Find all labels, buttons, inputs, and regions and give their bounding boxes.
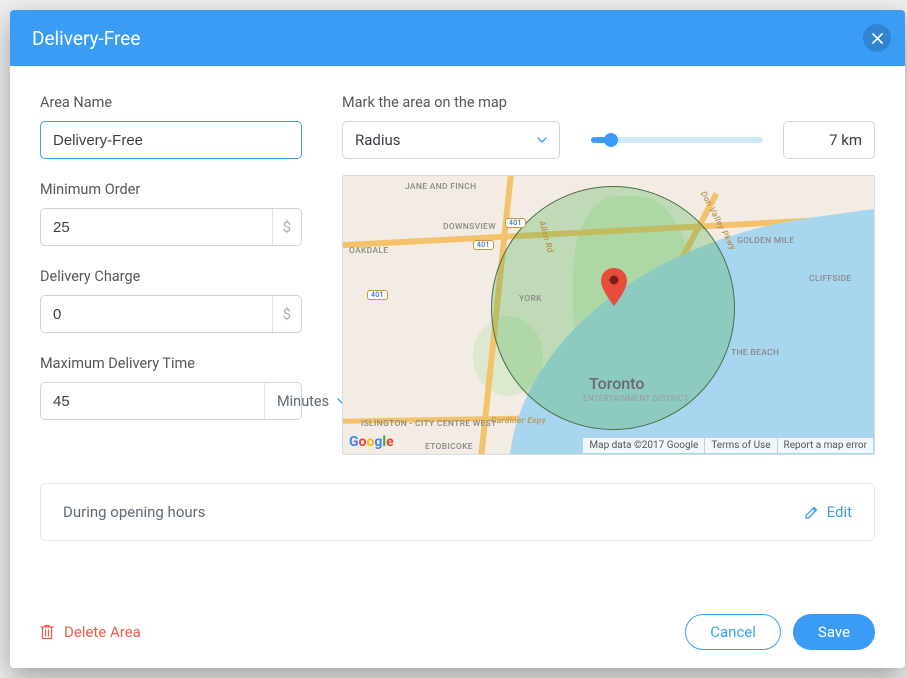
dialog-body: Area Name Minimum Order $ Delivery Charg…	[10, 66, 905, 668]
mark-area-label: Mark the area on the map	[342, 94, 875, 111]
opening-hours-text: During opening hours	[63, 503, 205, 521]
minimum-order-input[interactable]	[41, 209, 272, 245]
save-button[interactable]: Save	[793, 614, 875, 650]
area-shape-select[interactable]: Radius	[342, 121, 560, 159]
currency-suffix: $	[272, 209, 301, 245]
highway-shield: 401	[505, 218, 526, 228]
map-city-label: Toronto	[589, 374, 644, 393]
trash-icon	[40, 624, 54, 640]
save-label: Save	[818, 623, 850, 641]
close-button[interactable]	[863, 24, 891, 52]
currency-suffix: $	[272, 296, 301, 332]
delete-area-label: Delete Area	[64, 623, 141, 641]
delivery-charge-input[interactable]	[41, 296, 272, 332]
delete-area-link[interactable]: Delete Area	[40, 623, 141, 641]
minimum-order-field-wrap: $	[40, 208, 302, 246]
google-logo: Google	[349, 434, 394, 450]
delivery-charge-label: Delivery Charge	[40, 268, 302, 285]
edit-hours-link[interactable]: Edit	[804, 503, 852, 521]
area-name-label: Area Name	[40, 94, 302, 111]
slider-thumb[interactable]	[604, 133, 618, 147]
area-shape-value: Radius	[355, 131, 401, 149]
radius-value: 7 km	[829, 131, 862, 149]
opening-hours-row: During opening hours Edit	[40, 483, 875, 541]
map-attribution: Map data ©2017 Google Terms of Use Repor…	[583, 438, 873, 453]
dialog-footer: Delete Area Cancel Save	[40, 596, 875, 650]
max-delivery-time-label: Maximum Delivery Time	[40, 355, 302, 372]
minimum-order-label: Minimum Order	[40, 181, 302, 198]
highway-shield: 401	[473, 240, 494, 250]
map-label: DOWNSVIEW	[443, 222, 496, 232]
cancel-button[interactable]: Cancel	[685, 614, 781, 650]
map-report-link[interactable]: Report a map error	[777, 438, 873, 453]
map-label: JANE AND FINCH	[405, 182, 476, 192]
close-icon	[872, 33, 883, 44]
delivery-charge-field-wrap: $	[40, 295, 302, 333]
map-terms-link[interactable]: Terms of Use	[704, 438, 776, 453]
map-label: CLIFFSIDE	[809, 274, 852, 284]
map-canvas[interactable]: JANE AND FINCH DOWNSVIEW GOLDEN MILE CLI…	[342, 175, 875, 455]
map-label: GOLDEN MILE	[737, 236, 794, 246]
edit-label: Edit	[827, 503, 852, 521]
dialog-header: Delivery-Free	[10, 10, 905, 66]
chevron-down-icon	[537, 137, 547, 143]
map-label: ISLINGTON - CITY CENTRE WEST	[361, 420, 497, 429]
highway-shield: 401	[367, 290, 388, 300]
max-delivery-time-input[interactable]	[41, 383, 264, 419]
delivery-area-dialog: Delivery-Free Area Name Minimum Order $ …	[10, 10, 905, 668]
cancel-label: Cancel	[710, 623, 756, 641]
dialog-title: Delivery-Free	[32, 27, 140, 50]
map-city-sublabel: ENTERTAINMENT DISTRICT	[583, 394, 689, 403]
map-label: Allen Rd	[536, 220, 555, 254]
map-label: THE BEACH	[731, 348, 779, 358]
map-label: ETOBICOKE	[425, 442, 473, 452]
area-name-input[interactable]	[41, 122, 301, 158]
map-text-labels: JANE AND FINCH DOWNSVIEW GOLDEN MILE CLI…	[343, 176, 874, 454]
map-label: Don Valley Pkwy	[698, 190, 737, 252]
map-label: Gardiner Expy	[491, 416, 546, 426]
map-data-attrib: Map data ©2017 Google	[583, 438, 704, 453]
map-label: YORK	[519, 294, 542, 304]
time-unit-value: Minutes	[277, 393, 329, 410]
radius-slider[interactable]	[594, 137, 763, 143]
max-delivery-time-field-wrap: Minutes	[40, 382, 302, 420]
pencil-icon	[804, 505, 819, 520]
area-name-field-wrap	[40, 121, 302, 159]
radius-value-box[interactable]: 7 km	[783, 121, 875, 159]
radius-slider-wrap	[574, 137, 769, 143]
map-label: OAKDALE	[349, 246, 388, 256]
